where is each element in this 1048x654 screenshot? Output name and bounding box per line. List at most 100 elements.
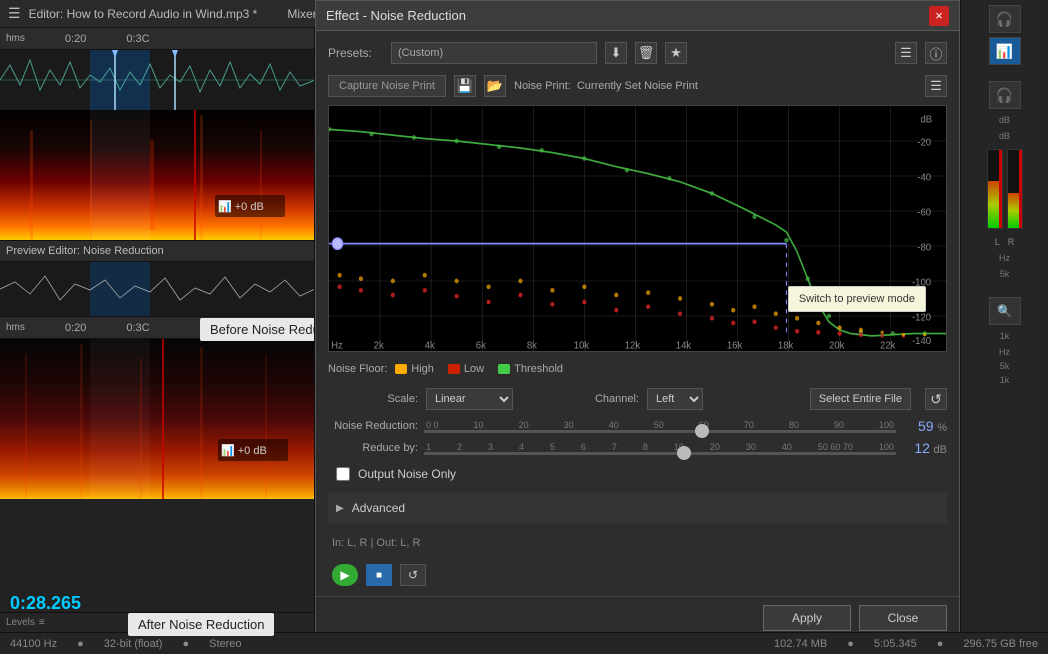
presets-save-button[interactable]: ⬇ bbox=[605, 42, 627, 64]
timeline2-mark2: 0:3C bbox=[126, 322, 149, 334]
svg-text:📊 +0 dB: 📊 +0 dB bbox=[221, 444, 267, 457]
apply-button[interactable]: Apply bbox=[763, 605, 851, 631]
advanced-section[interactable]: ▶ Advanced bbox=[328, 492, 947, 524]
svg-text:-20: -20 bbox=[917, 137, 931, 148]
channels: Stereo bbox=[209, 638, 241, 650]
noise-reduction-slider[interactable] bbox=[424, 430, 896, 433]
play-button[interactable]: ▶ bbox=[332, 564, 358, 586]
svg-text:10k: 10k bbox=[574, 340, 590, 351]
timeline-mark-1: 0:20 bbox=[65, 33, 86, 45]
dialog-close-button[interactable]: × bbox=[929, 6, 949, 26]
db-label-2: dB bbox=[999, 131, 1010, 141]
scale-label: Scale: bbox=[328, 393, 418, 405]
legend-label: Noise Floor: bbox=[328, 363, 387, 375]
legend-row: Noise Floor: High Low Threshold bbox=[328, 358, 947, 380]
reduce-by-label: Reduce by: bbox=[328, 442, 418, 454]
noise-spectrum-graph: dB -20 -40 -60 -80 -100 -120 -140 Hz 2k … bbox=[328, 105, 947, 352]
left-panel: hms 0:20 0:3C bbox=[0, 28, 315, 654]
svg-text:20k: 20k bbox=[829, 340, 845, 351]
preview-waveform bbox=[0, 262, 314, 317]
channel-select[interactable]: Left Right Both bbox=[647, 388, 703, 410]
advanced-chevron-icon: ▶ bbox=[336, 503, 344, 514]
svg-text:14k: 14k bbox=[676, 340, 692, 351]
select-entire-file-button[interactable]: Select Entire File bbox=[810, 388, 911, 410]
top-spectrogram: 📊 +0 dB bbox=[0, 110, 315, 240]
separator-2: ● bbox=[182, 638, 189, 650]
separator-4: ● bbox=[937, 638, 944, 650]
noise-reduction-dialog: Effect - Noise Reduction × Presets: ⬇ 🗑 … bbox=[315, 0, 960, 640]
noise-print-save-button[interactable]: 💾 bbox=[454, 75, 476, 97]
sidebar-headphone2-button[interactable]: 🎧 bbox=[989, 81, 1021, 109]
legend-low: Low bbox=[448, 363, 484, 375]
before-noise-reduction-label: Before Noise Reduction bbox=[200, 318, 315, 341]
loop-button[interactable]: ↺ bbox=[400, 564, 426, 586]
io-text: In: L, R | Out: L, R bbox=[332, 537, 943, 549]
levels-icon: ≡ bbox=[39, 617, 45, 628]
svg-text:-120: -120 bbox=[912, 312, 932, 323]
transport-row: ▶ ■ ↺ bbox=[328, 562, 947, 588]
bottom-spectrogram: 📊 +0 dB bbox=[0, 339, 315, 499]
timeline-mark-2: 0:3C bbox=[126, 33, 149, 45]
vu-red-line-r bbox=[1019, 150, 1022, 228]
svg-text:2k: 2k bbox=[374, 340, 385, 351]
svg-text:-60: -60 bbox=[917, 207, 931, 218]
reduce-by-value: 12 dB bbox=[902, 440, 947, 456]
presets-info-button[interactable]: ⓘ bbox=[925, 42, 947, 64]
noise-print-menu-button[interactable]: ☰ bbox=[925, 75, 947, 97]
presets-favorite-button[interactable]: ★ bbox=[665, 42, 687, 64]
close-button[interactable]: Close bbox=[859, 605, 947, 631]
app-title: Editor: How to Record Audio in Wind.mp3 … bbox=[29, 7, 258, 21]
presets-input[interactable] bbox=[391, 42, 597, 64]
legend-threshold: Threshold bbox=[498, 363, 563, 375]
svg-text:8k: 8k bbox=[527, 340, 538, 351]
scale-channel-row: Scale: Linear Logarithmic Channel: Left … bbox=[328, 386, 947, 412]
sidebar-headphone-button[interactable]: 🎧 bbox=[989, 5, 1021, 33]
noise-print-info: Noise Print: Currently Set Noise Print bbox=[514, 80, 698, 92]
hz-label-2: Hz bbox=[999, 347, 1010, 357]
lr-labels: L R bbox=[995, 237, 1015, 247]
stop-button[interactable]: ■ bbox=[366, 564, 392, 586]
separator-3: ● bbox=[847, 638, 854, 650]
bit-depth: 32-bit (float) bbox=[104, 638, 163, 650]
svg-text:6k: 6k bbox=[476, 340, 487, 351]
mixer-label: Mixer bbox=[287, 7, 316, 21]
noise-print-load-button[interactable]: 📂 bbox=[484, 75, 506, 97]
sample-rate: 44100 Hz bbox=[10, 638, 57, 650]
preview-mode-tooltip: Switch to preview mode bbox=[788, 286, 926, 312]
reduce-by-ticks: 123456781020304050 60 70100 bbox=[424, 442, 896, 452]
low-color-dot bbox=[448, 364, 460, 374]
dialog-title-text: Effect - Noise Reduction bbox=[326, 8, 466, 23]
vu-red-line-l bbox=[999, 150, 1002, 228]
sidebar-zoom-button[interactable]: 🔍 bbox=[989, 297, 1021, 325]
presets-row: Presets: ⬇ 🗑 ★ ☰ ⓘ bbox=[328, 39, 947, 67]
scale-select[interactable]: Linear Logarithmic bbox=[426, 388, 513, 410]
1k-label-2: 1k bbox=[1000, 375, 1010, 385]
svg-text:-40: -40 bbox=[917, 172, 931, 183]
threshold-color-dot bbox=[498, 364, 510, 374]
output-noise-only-checkbox[interactable] bbox=[336, 467, 350, 481]
reduce-by-slider[interactable] bbox=[424, 452, 896, 455]
noise-reduction-ticks: 0 0102030405060708090100 bbox=[424, 420, 896, 430]
db-label-1: dB bbox=[999, 115, 1010, 125]
output-noise-only-row: Output Noise Only bbox=[328, 462, 947, 486]
advanced-label: Advanced bbox=[352, 501, 405, 515]
sidebar-active-button[interactable]: 📊 bbox=[989, 37, 1021, 65]
svg-text:Hz: Hz bbox=[331, 340, 343, 351]
presets-menu-button[interactable]: ☰ bbox=[895, 42, 917, 64]
top-waveform-section: hms 0:20 0:3C bbox=[0, 28, 315, 240]
hz-label: Hz bbox=[999, 253, 1010, 263]
close-icon[interactable]: ☰ bbox=[8, 5, 21, 22]
io-row: In: L, R | Out: L, R bbox=[328, 530, 947, 556]
reset-button[interactable]: ↺ bbox=[925, 388, 947, 410]
high-color-dot bbox=[395, 364, 407, 374]
1k-label: 1k bbox=[1000, 331, 1010, 341]
graph-svg: dB -20 -40 -60 -80 -100 -120 -140 Hz 2k … bbox=[329, 106, 946, 351]
free-space: 296.75 GB free bbox=[963, 638, 1038, 650]
5k-label-2: 5k bbox=[1000, 361, 1010, 371]
capture-noise-print-button[interactable]: Capture Noise Print bbox=[328, 75, 446, 97]
presets-delete-button[interactable]: 🗑 bbox=[635, 42, 657, 64]
svg-text:12k: 12k bbox=[625, 340, 641, 351]
timeline2-mark1: 0:20 bbox=[65, 322, 86, 334]
output-noise-only-label[interactable]: Output Noise Only bbox=[358, 467, 456, 481]
l-label: L bbox=[995, 237, 1000, 247]
